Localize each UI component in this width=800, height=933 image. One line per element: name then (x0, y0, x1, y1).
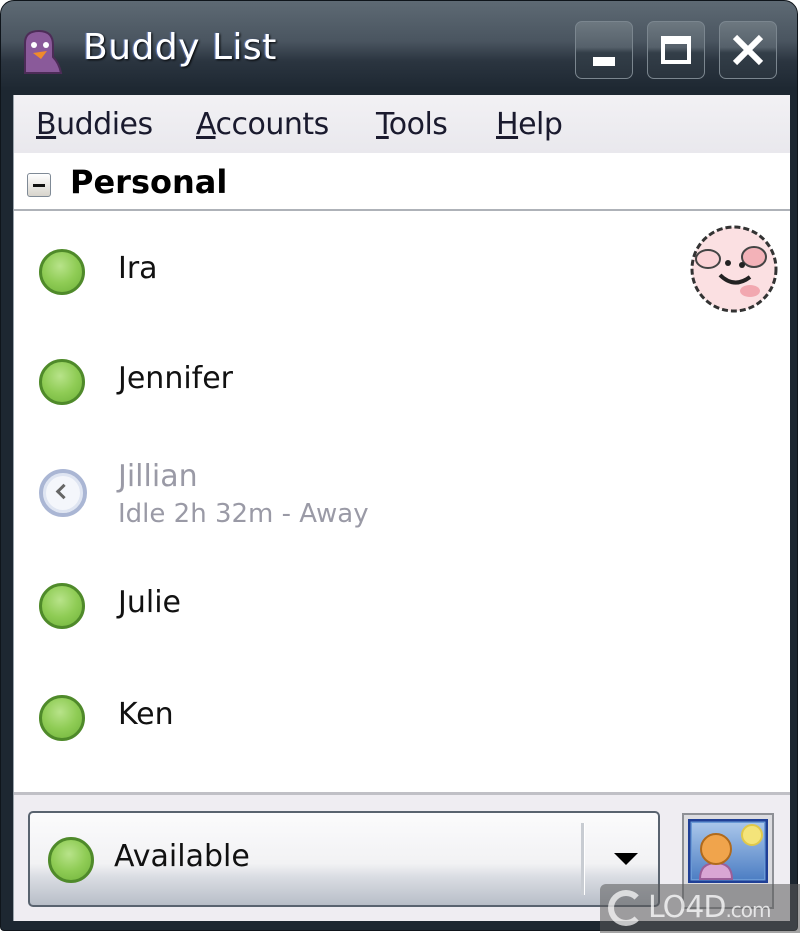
buddy-row[interactable]: Jillian Idle 2h 32m - Away (14, 431, 790, 541)
menu-accounts[interactable]: Accounts (196, 107, 329, 142)
buddy-list-window: Buddy List Buddies Accounts Tools Help P… (0, 0, 798, 931)
menu-mnemonic: A (196, 107, 216, 142)
group-header-personal[interactable]: Personal (14, 153, 790, 211)
idle-clock-icon (39, 469, 87, 517)
menu-label: uddies (56, 107, 153, 142)
available-status-icon (39, 695, 85, 741)
status-dropdown[interactable]: Available (28, 811, 660, 907)
status-value: Available (114, 839, 250, 874)
menu-bar: Buddies Accounts Tools Help (14, 95, 790, 154)
minimize-button[interactable] (575, 21, 633, 79)
watermark-suffix: .com (725, 898, 771, 922)
maximize-icon (661, 36, 691, 64)
menu-help[interactable]: Help (496, 107, 563, 142)
title-bar[interactable]: Buddy List (1, 1, 797, 95)
buddy-name: Jennifer (118, 361, 234, 396)
pig-avatar-icon (690, 225, 778, 313)
client-area: Buddies Accounts Tools Help Personal Ira (13, 95, 790, 921)
buddy-name: Ken (118, 697, 174, 732)
minimize-icon (593, 56, 615, 66)
group-label: Personal (70, 163, 228, 201)
buddy-name: Ira (118, 251, 158, 286)
watermark-text: LO4D.com (648, 890, 772, 925)
buddy-row[interactable]: Jennifer (14, 321, 790, 431)
buddy-row[interactable]: Julie (14, 545, 790, 655)
buddy-row[interactable]: Ken (14, 657, 790, 767)
available-status-icon (39, 583, 85, 629)
menu-label: elp (518, 107, 563, 142)
collapse-icon[interactable] (27, 173, 51, 197)
menu-mnemonic: H (496, 107, 519, 142)
close-icon (732, 34, 764, 66)
pidgin-app-icon (24, 29, 63, 74)
window-title: Buddy List (83, 27, 277, 68)
available-status-icon (39, 359, 85, 405)
buddy-row[interactable]: Ira (14, 211, 790, 321)
close-button[interactable] (719, 21, 777, 79)
dropdown-separator (581, 823, 585, 895)
buddy-status-text: Idle 2h 32m - Away (118, 499, 369, 529)
available-status-icon (48, 837, 94, 883)
available-status-icon (39, 249, 85, 295)
avatar-icon (688, 819, 768, 883)
watermark-brand: LO4D (648, 890, 726, 925)
lo4d-logo-icon (608, 890, 644, 926)
buddy-name: Julie (118, 585, 181, 620)
chevron-down-icon[interactable] (614, 853, 638, 865)
menu-mnemonic: T (376, 107, 389, 142)
menu-buddies[interactable]: Buddies (36, 107, 153, 142)
maximize-button[interactable] (647, 21, 705, 79)
menu-label: ccounts (215, 107, 330, 142)
buddy-name: Jillian (118, 459, 198, 494)
watermark: LO4D.com (600, 884, 800, 933)
menu-mnemonic: B (36, 107, 57, 142)
menu-tools[interactable]: Tools (376, 107, 448, 142)
menu-label: ools (388, 107, 448, 142)
